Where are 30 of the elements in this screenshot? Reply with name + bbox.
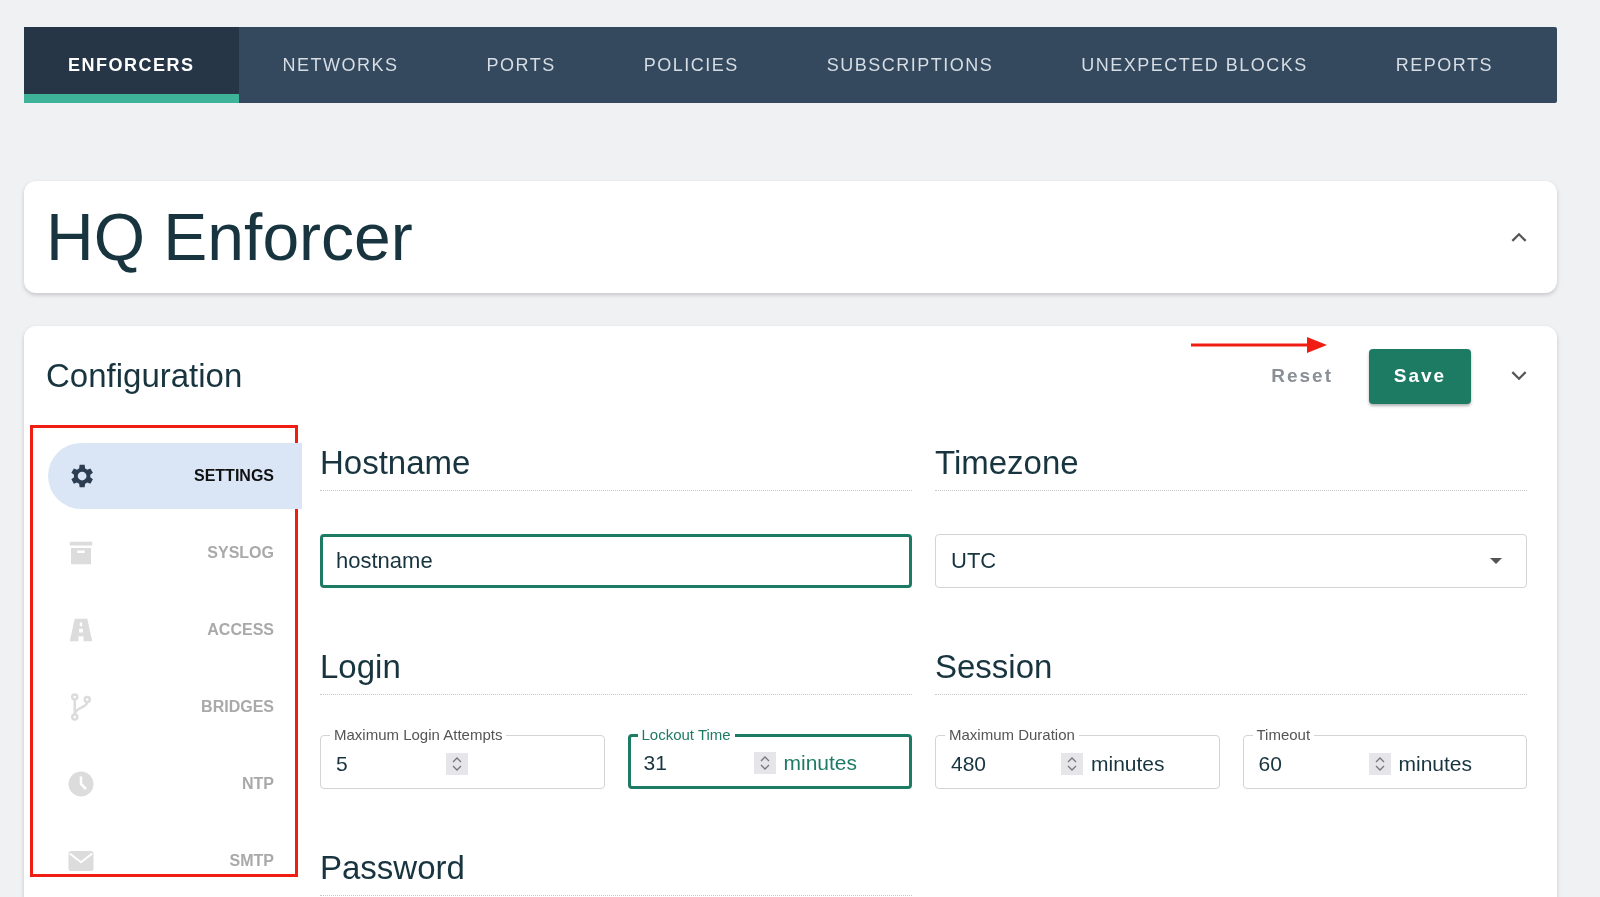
spinner-icon[interactable] xyxy=(1061,752,1083,775)
number-field[interactable]: Timeout 60 minutes xyxy=(1242,727,1527,789)
section-heading: Session xyxy=(935,628,1527,695)
nav-tab[interactable]: POLICIES xyxy=(599,27,783,103)
clock-icon xyxy=(66,769,96,799)
spinner-icon[interactable] xyxy=(753,751,776,774)
chevron-up-icon[interactable] xyxy=(1511,232,1527,242)
timezone-dropdown[interactable]: UTC xyxy=(935,534,1527,588)
section-heading: Password xyxy=(320,829,912,896)
nav-tab[interactable]: SUBSCRIPTIONS xyxy=(782,27,1038,103)
section-heading: Hostname xyxy=(320,424,912,491)
save-button[interactable]: Save xyxy=(1369,348,1471,404)
spinner-icon[interactable] xyxy=(1368,752,1391,775)
chevron-down-icon[interactable] xyxy=(1511,371,1527,381)
section-heading: Login xyxy=(320,628,912,695)
hostname-input[interactable]: hostname xyxy=(320,534,912,588)
sidebar-item[interactable]: SETTINGS xyxy=(48,443,302,509)
number-field[interactable]: Maximum Duration 480 minutes xyxy=(935,727,1220,789)
page-title: HQ Enforcer xyxy=(46,199,413,275)
number-field[interactable]: Maximum Login Attempts 5 xyxy=(320,727,605,789)
nav-tab[interactable]: NETWORKS xyxy=(238,27,443,103)
dropdown-caret-icon xyxy=(1490,558,1502,564)
nav-tab[interactable]: ENFORCERS xyxy=(24,27,239,103)
number-field[interactable]: Lockout Time 31 minutes xyxy=(627,727,912,789)
spinner-icon[interactable] xyxy=(446,752,468,775)
nav-tab[interactable]: UNEXPECTED BLOCKS xyxy=(1037,27,1352,103)
nav-tab[interactable]: REPORTS xyxy=(1351,27,1538,103)
section-heading: Timezone xyxy=(935,424,1527,491)
section-title: Configuration xyxy=(46,357,243,395)
nav-tab[interactable]: PORTS xyxy=(442,27,600,103)
